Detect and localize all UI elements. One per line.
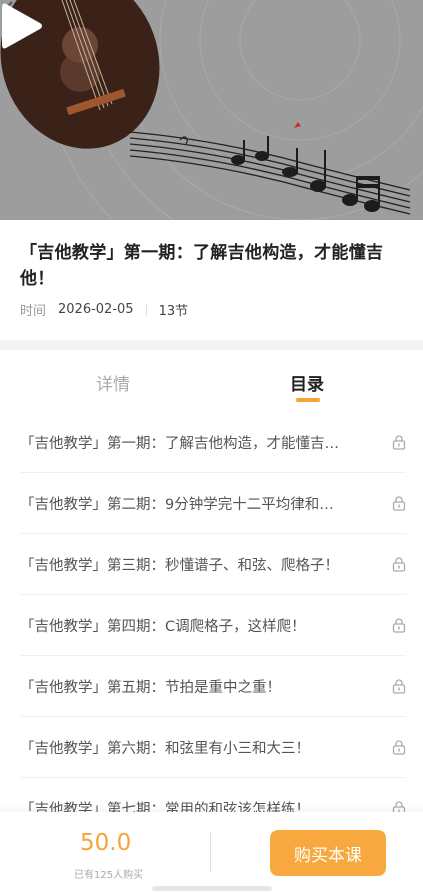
- lock-icon: [392, 496, 406, 511]
- tab-catalog[interactable]: 目录: [290, 370, 324, 395]
- lesson-list: 「吉他教学」第一期：了解吉他构造，才能懂吉… 「吉他教学」第二期：9分钟学完十二…: [0, 412, 423, 812]
- lesson-title: 「吉他教学」第一期：了解吉他构造，才能懂吉…: [20, 435, 339, 452]
- lesson-item[interactable]: 「吉他教学」第四期：C调爬格子，这样爬！: [20, 595, 406, 656]
- course-price: 50.0: [80, 830, 132, 856]
- lesson-item[interactable]: 「吉他教学」第一期：了解吉他构造，才能懂吉…: [20, 412, 406, 473]
- lock-icon: [392, 740, 406, 755]
- tab-bar: 详情 目录: [0, 350, 423, 412]
- bar-divider: [210, 832, 211, 872]
- buy-course-button[interactable]: 购买本课: [270, 830, 386, 876]
- section-gap: [0, 340, 423, 350]
- play-icon[interactable]: [0, 0, 44, 52]
- lock-icon: [392, 618, 406, 633]
- lesson-item[interactable]: 「吉他教学」第五期：节拍是重中之重！: [20, 656, 406, 717]
- course-info: 「吉他教学」第一期：了解吉他构造，才能懂吉他！ 时间 2026-02-05 13…: [0, 220, 423, 340]
- buyer-count: 已有125人购买: [74, 870, 144, 881]
- lesson-title: 「吉他教学」第七期：常用的和弦该怎样练！: [20, 801, 310, 813]
- tab-detail[interactable]: 详情: [96, 370, 130, 395]
- course-title: 「吉他教学」第一期：了解吉他构造，才能懂吉他！: [20, 243, 384, 289]
- lock-icon: [392, 679, 406, 694]
- home-indicator: [152, 886, 272, 891]
- lesson-title: 「吉他教学」第六期：和弦里有小三和大三！: [20, 740, 310, 757]
- video-player[interactable]: [0, 0, 423, 220]
- lesson-title: 「吉他教学」第五期：节拍是重中之重！: [20, 679, 281, 696]
- lesson-title: 「吉他教学」第三期：秒懂谱子、和弦、爬格子！: [20, 557, 339, 574]
- lock-icon: [392, 801, 406, 812]
- lesson-item[interactable]: 「吉他教学」第六期：和弦里有小三和大三！: [20, 717, 406, 778]
- lesson-item[interactable]: 「吉他教学」第二期：9分钟学完十二平均律和…: [20, 473, 406, 534]
- video-thumbnail: [0, 0, 423, 220]
- publish-date: 2026-02-05: [58, 302, 134, 317]
- lesson-title: 「吉他教学」第四期：C调爬格子，这样爬！: [20, 618, 306, 635]
- lesson-title: 「吉他教学」第二期：9分钟学完十二平均律和…: [20, 496, 334, 513]
- lesson-count: 13节: [158, 304, 189, 319]
- lesson-item[interactable]: 「吉他教学」第七期：常用的和弦该怎样练！: [20, 778, 406, 812]
- lock-icon: [392, 435, 406, 450]
- lesson-item[interactable]: 「吉他教学」第三期：秒懂谱子、和弦、爬格子！: [20, 534, 406, 595]
- meta-divider: [145, 303, 147, 316]
- lock-icon: [392, 557, 406, 572]
- time-label: 时间: [20, 304, 47, 319]
- course-meta: 时间 2026-02-05 13节: [20, 300, 188, 319]
- active-tab-indicator: [296, 398, 320, 402]
- purchase-bar: 50.0 已有125人购买 购买本课: [0, 812, 423, 892]
